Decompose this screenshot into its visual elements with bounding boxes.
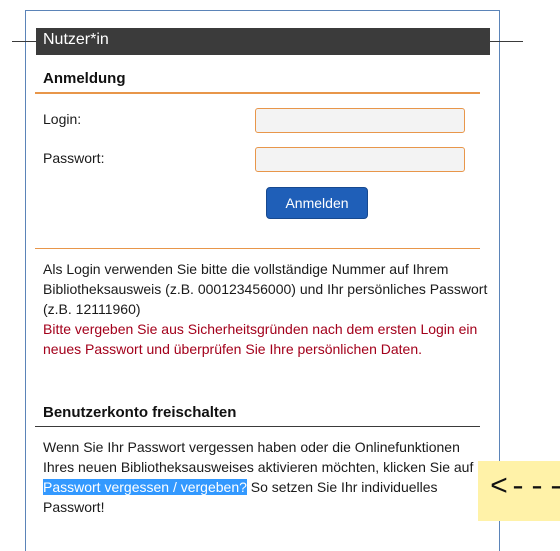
activate-text-before: Wenn Sie Ihr Passwort vergessen haben od… (43, 439, 474, 475)
login-section-rule (35, 92, 480, 94)
forgot-password-link[interactable]: Passwort vergessen / vergeben? (43, 479, 247, 495)
password-label: Passwort: (43, 150, 105, 166)
panel-header: Nutzer*in (36, 28, 490, 55)
security-warning: Bitte vergeben Sie aus Sicherheitsgründe… (43, 321, 478, 357)
login-info-paragraph: Als Login verwenden Sie bitte die vollst… (43, 259, 488, 359)
activate-section-rule (35, 426, 480, 427)
arrow-callout: <--- (478, 461, 560, 521)
activate-paragraph: Wenn Sie Ihr Passwort vergessen haben od… (43, 437, 488, 517)
login-label: Login: (43, 111, 82, 127)
login-info-divider (35, 248, 480, 249)
arrow-callout-text: <--- (490, 471, 560, 505)
login-button[interactable]: Anmelden (266, 187, 368, 219)
activate-section-title: Benutzerkonto freischalten (43, 404, 237, 421)
panel-title: Nutzer*in (43, 31, 109, 48)
login-section-title: Anmeldung (43, 70, 126, 87)
login-info-text: Als Login verwenden Sie bitte die vollst… (43, 261, 488, 317)
login-input[interactable] (255, 108, 465, 133)
password-input[interactable] (255, 147, 465, 172)
